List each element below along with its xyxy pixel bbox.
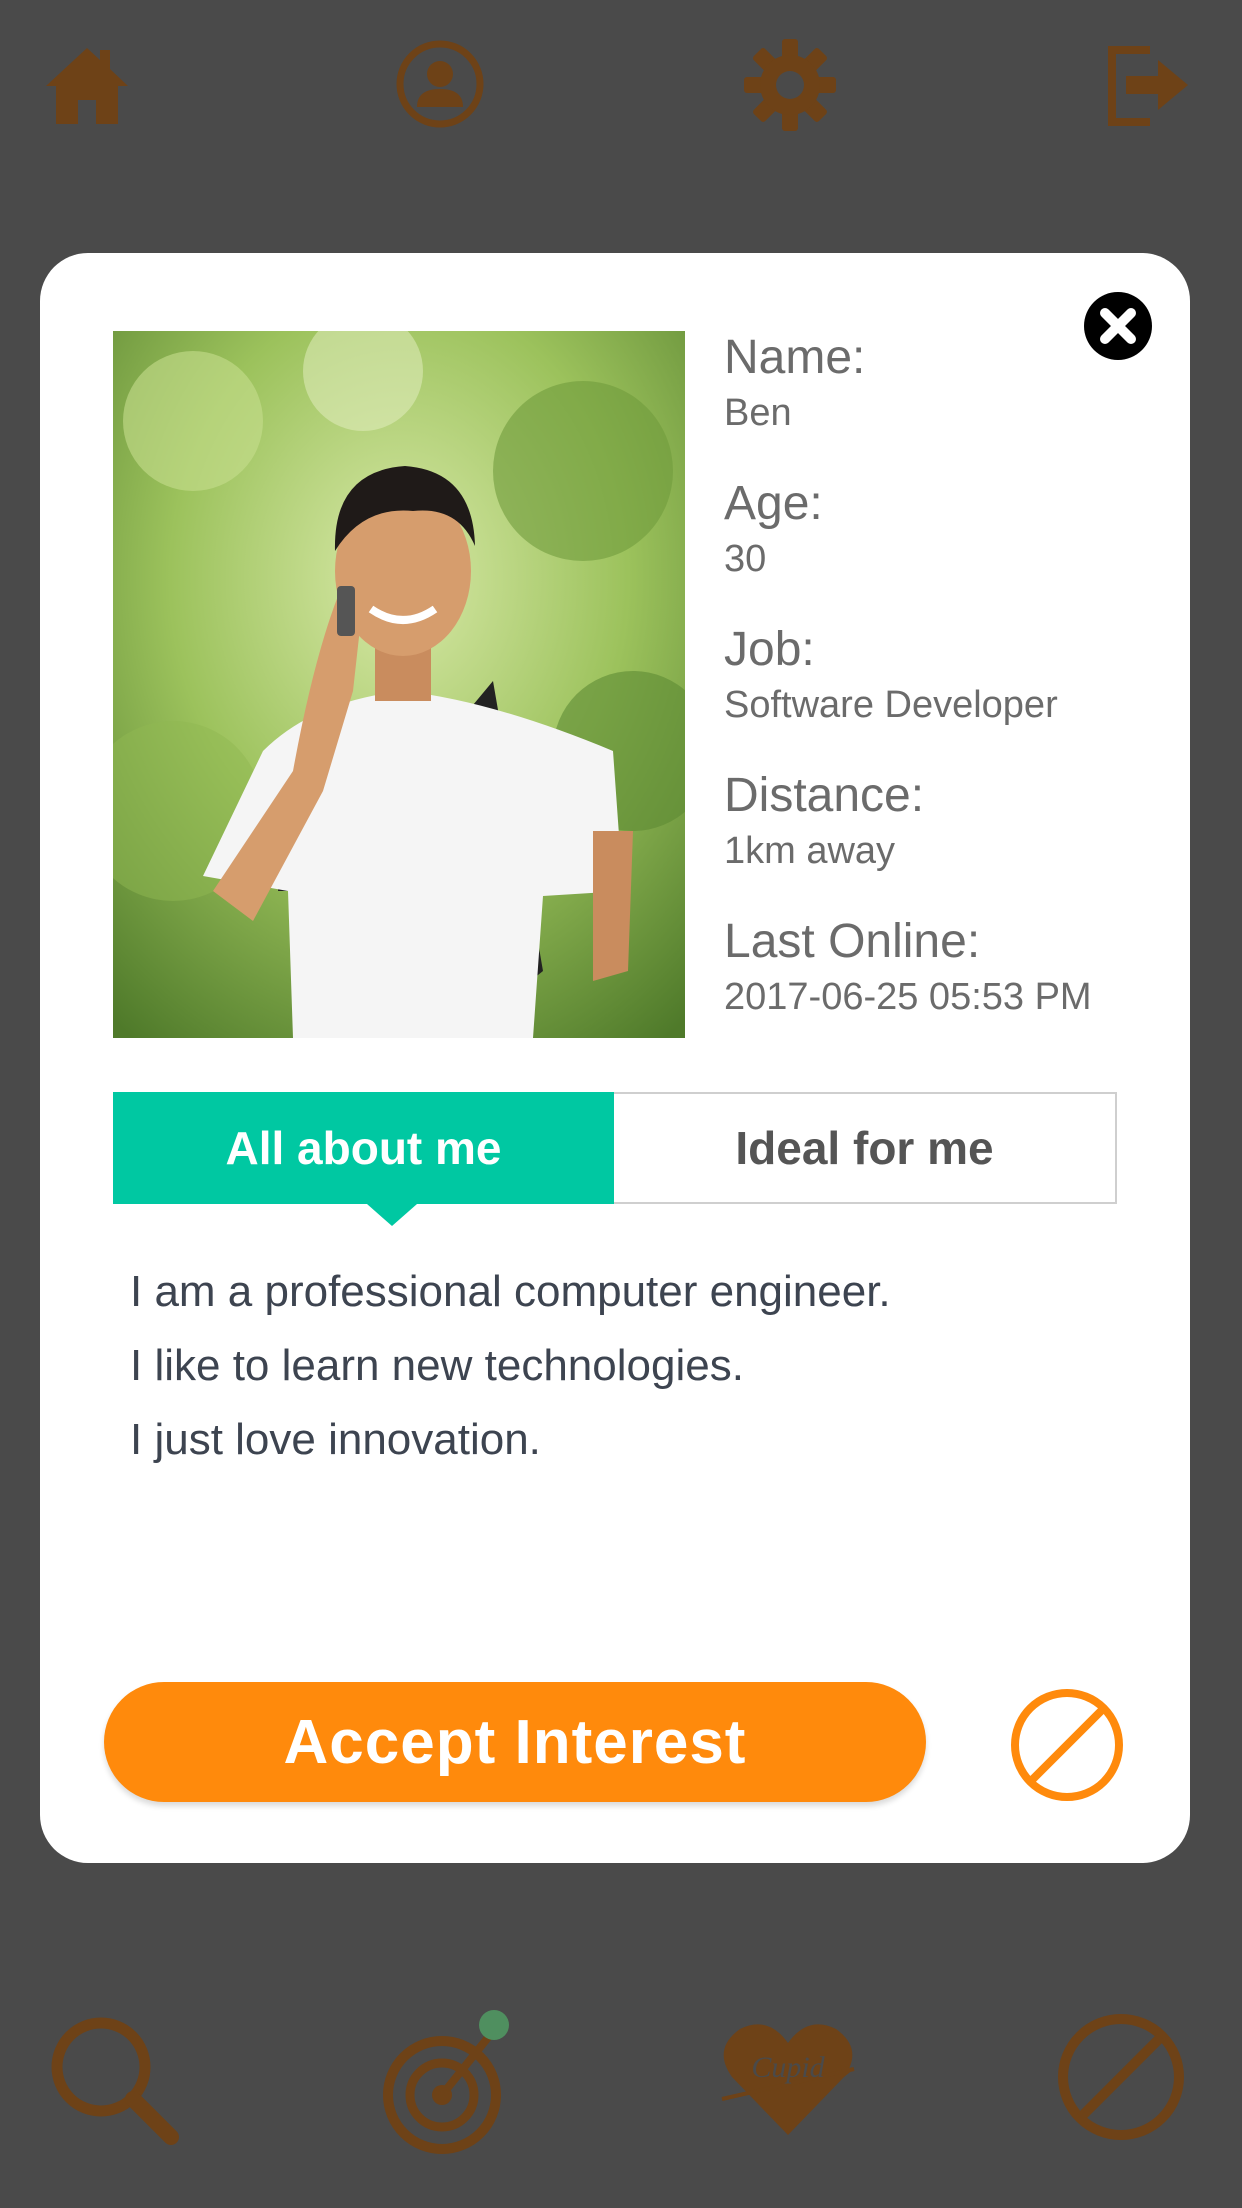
tab-ideal-for-me[interactable]: Ideal for me <box>614 1094 1115 1202</box>
block-icon[interactable] <box>1053 2009 1189 2145</box>
profile-tabs: All about me Ideal for me <box>113 1092 1117 1204</box>
about-text: I am a professional computer engineer. I… <box>130 1255 1130 1477</box>
profile-photo <box>113 331 685 1038</box>
tab-all-about-me[interactable]: All about me <box>113 1092 614 1204</box>
last-online-label: Last Online: <box>724 915 981 968</box>
name-value: Ben <box>724 392 792 434</box>
gear-icon[interactable] <box>742 37 838 133</box>
age-value: 30 <box>724 538 767 580</box>
heart-icon-text: Cupid <box>751 2051 825 2084</box>
active-tab-indicator <box>367 1204 417 1226</box>
logout-icon[interactable] <box>1104 36 1194 132</box>
about-line: I am a professional computer engineer. <box>130 1267 891 1316</box>
search-icon[interactable] <box>45 2011 185 2151</box>
distance-value: 1km away <box>724 830 896 872</box>
job-label: Job: <box>724 623 815 676</box>
heart-icon[interactable]: Cupid <box>718 2013 858 2143</box>
last-online-value: 2017-06-25 05:53 PM <box>724 976 1092 1018</box>
profile-info: Name: Ben Age: 30 Job: Software Develope… <box>724 330 1164 1060</box>
block-icon[interactable] <box>1008 1686 1126 1804</box>
name-label: Name: <box>724 331 866 384</box>
target-icon[interactable] <box>382 2007 522 2157</box>
distance-label: Distance: <box>724 769 925 822</box>
accept-interest-button[interactable]: Accept Interest <box>104 1682 926 1802</box>
about-line: I just love innovation. <box>130 1415 541 1464</box>
bottom-nav-bar: Cupid <box>0 1985 1242 2175</box>
home-icon[interactable] <box>42 40 132 130</box>
age-label: Age: <box>724 477 823 530</box>
profile-icon[interactable] <box>393 37 487 131</box>
top-nav-bar <box>0 0 1242 170</box>
about-line: I like to learn new technologies. <box>130 1341 744 1390</box>
job-value: Software Developer <box>724 684 1058 726</box>
